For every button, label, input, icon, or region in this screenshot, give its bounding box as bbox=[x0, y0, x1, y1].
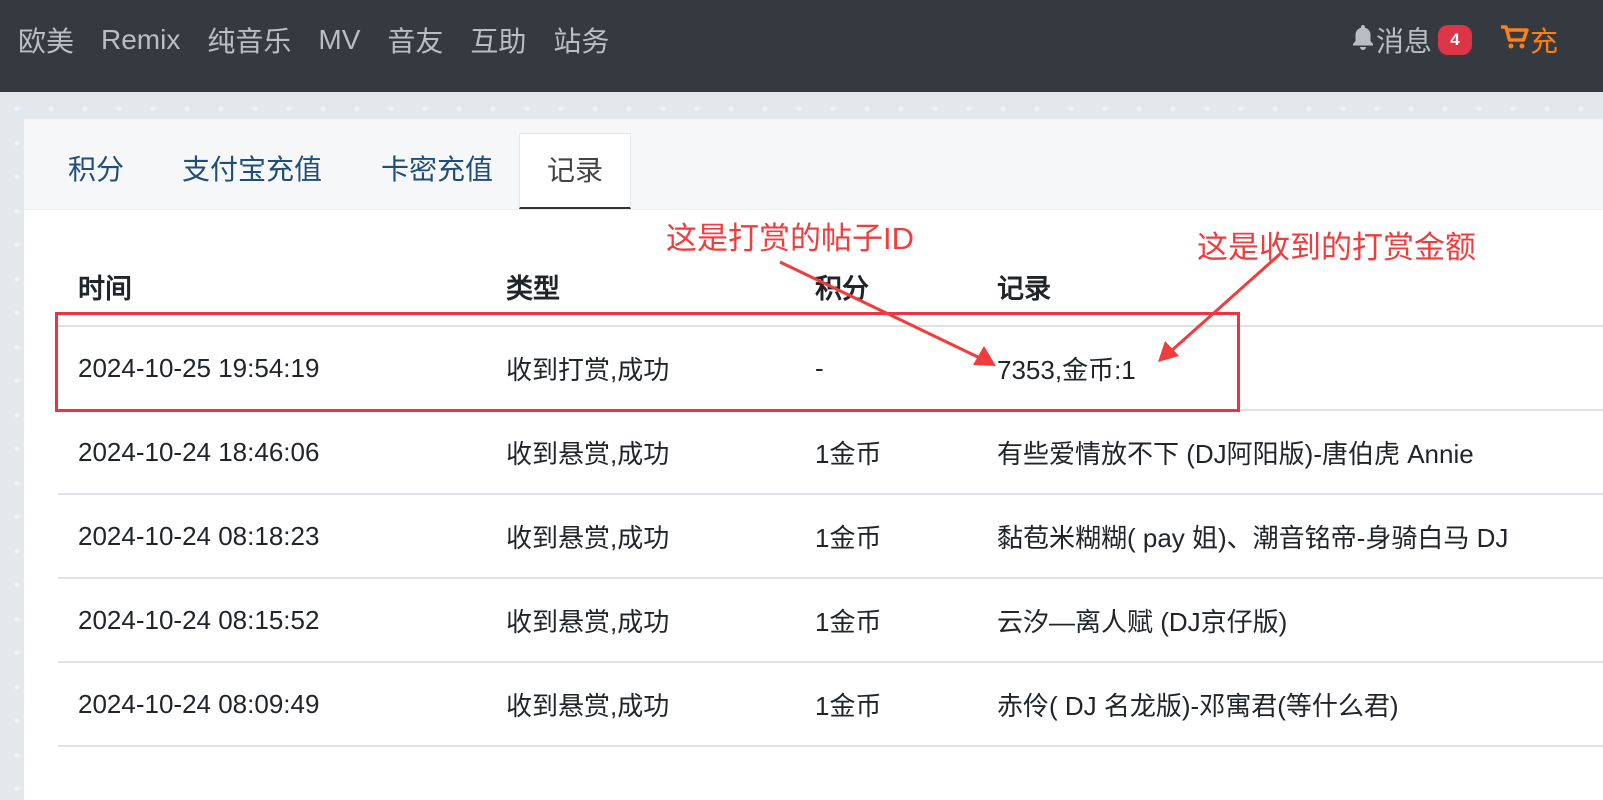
bell-icon bbox=[1350, 23, 1376, 58]
cell-time: 2024-10-24 08:15:52 bbox=[58, 578, 486, 663]
messages-count-badge: 4 bbox=[1438, 25, 1473, 55]
tab-records[interactable]: 记录 bbox=[519, 133, 631, 209]
nav-link-pure-music[interactable]: 纯音乐 bbox=[207, 20, 291, 60]
nav-link-help[interactable]: 互助 bbox=[470, 20, 526, 60]
recharge-label: 充 bbox=[1530, 26, 1559, 57]
cell-record: 云汐—离人赋 (DJ京仔版) bbox=[977, 578, 1603, 663]
cell-time: 2024-10-25 19:54:19 bbox=[58, 326, 486, 411]
nav-link-oumei[interactable]: 欧美 bbox=[18, 20, 74, 60]
nav-right: 消息 4 充 bbox=[1350, 0, 1558, 80]
col-header-points: 积分 bbox=[795, 247, 977, 327]
tab-card-recharge[interactable]: 卡密充值 bbox=[362, 133, 512, 209]
cell-points: 1金币 bbox=[795, 662, 977, 747]
nav-link-remix[interactable]: Remix bbox=[101, 24, 180, 56]
cell-points: 1金币 bbox=[795, 578, 977, 663]
table-row: 2024-10-25 19:54:19 收到打赏,成功 - 7353,金币:1 bbox=[58, 326, 1603, 411]
cell-time: 2024-10-24 08:18:23 bbox=[58, 494, 486, 579]
col-header-type: 类型 bbox=[486, 247, 795, 327]
nav-link-mv[interactable]: MV bbox=[318, 24, 360, 56]
top-navbar: 欧美 Remix 纯音乐 MV 音友 互助 站务 消息 4 充 bbox=[0, 0, 1603, 92]
col-header-time: 时间 bbox=[58, 247, 486, 327]
cell-type: 收到悬赏,成功 bbox=[486, 410, 795, 495]
cell-points: - bbox=[795, 326, 977, 411]
table-row: 2024-10-24 18:46:06 收到悬赏,成功 1金币 有些爱情放不下 … bbox=[58, 410, 1603, 495]
nav-link-friends[interactable]: 音友 bbox=[387, 20, 443, 60]
cell-type: 收到打赏,成功 bbox=[486, 326, 795, 411]
table-row: 2024-10-24 08:18:23 收到悬赏,成功 1金币 黏苞米糊糊( p… bbox=[58, 494, 1603, 579]
nav-link-site-affairs[interactable]: 站务 bbox=[553, 20, 609, 60]
cart-icon bbox=[1500, 24, 1530, 57]
cell-type: 收到悬赏,成功 bbox=[486, 578, 795, 663]
cell-record: 有些爱情放不下 (DJ阿阳版)-唐伯虎 Annie bbox=[977, 410, 1603, 495]
annotation-amount: 这是收到的打赏金额 bbox=[1197, 230, 1476, 265]
tab-points[interactable]: 积分 bbox=[50, 133, 142, 209]
cell-time: 2024-10-24 08:09:49 bbox=[58, 662, 486, 747]
tabs-bar: 积分 支付宝充值 卡密充值 记录 bbox=[24, 119, 1603, 210]
annotation-post-id: 这是打赏的帖子ID bbox=[666, 221, 914, 256]
table-row: 2024-10-24 08:09:49 收到悬赏,成功 1金币 赤伶( DJ 名… bbox=[58, 662, 1603, 747]
messages-link[interactable]: 消息 4 bbox=[1350, 20, 1473, 60]
cell-record: 赤伶( DJ 名龙版)-邓寓君(等什么君) bbox=[977, 662, 1603, 747]
records-table: 时间 类型 积分 记录 2024-10-25 19:54:19 收到打赏,成功 … bbox=[58, 247, 1603, 747]
cell-points: 1金币 bbox=[795, 410, 977, 495]
table-row: 2024-10-24 08:15:52 收到悬赏,成功 1金币 云汐—离人赋 (… bbox=[58, 578, 1603, 663]
messages-label: 消息 bbox=[1376, 26, 1433, 57]
cell-record: 黏苞米糊糊( pay 姐)、潮音铭帝-身骑白马 DJ bbox=[977, 494, 1603, 579]
cell-type: 收到悬赏,成功 bbox=[486, 494, 795, 579]
nav-links: 欧美 Remix 纯音乐 MV 音友 互助 站务 bbox=[18, 0, 636, 80]
recharge-link[interactable]: 充 bbox=[1500, 20, 1558, 60]
cell-type: 收到悬赏,成功 bbox=[486, 662, 795, 747]
cell-record: 7353,金币:1 bbox=[977, 326, 1603, 411]
cell-points: 1金币 bbox=[795, 494, 977, 579]
cell-time: 2024-10-24 18:46:06 bbox=[58, 410, 486, 495]
tab-alipay-recharge[interactable]: 支付宝充值 bbox=[164, 133, 340, 209]
